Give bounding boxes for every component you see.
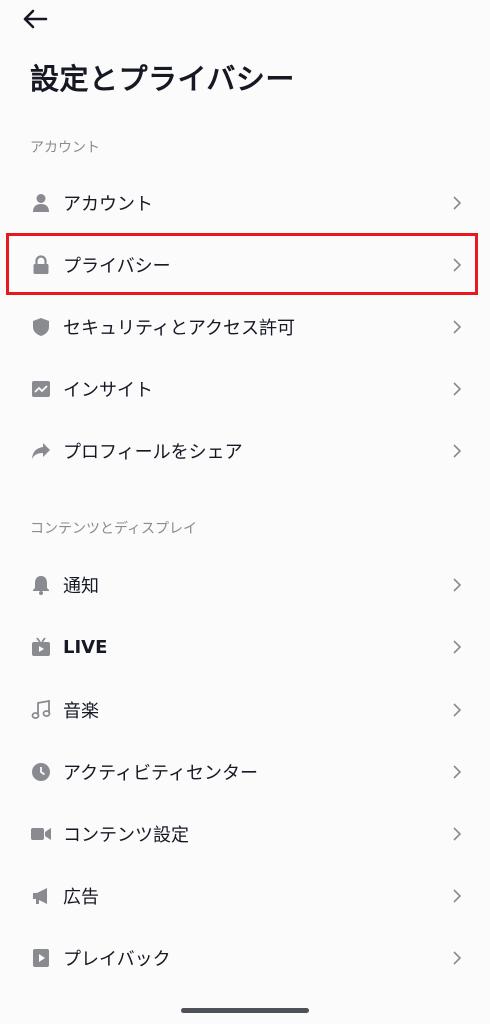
chevron-right-icon	[450, 949, 464, 967]
settings-item-label: プロフィールをシェア	[63, 442, 243, 463]
settings-item-content-preferences[interactable]: コンテンツ設定	[0, 804, 490, 864]
settings-item-label: LIVE	[63, 636, 108, 658]
section-header-account: アカウント	[30, 140, 100, 156]
settings-item-account[interactable]: アカウント	[0, 173, 490, 233]
settings-item-label: セキュリティとアクセス許可	[63, 318, 296, 339]
settings-item-label: 広告	[63, 887, 99, 908]
page-title: 設定とプライバシー	[30, 62, 295, 96]
settings-item-live[interactable]: LIVE	[0, 617, 490, 677]
bell-icon	[30, 574, 52, 596]
section-header-content-display: コンテンツとディスプレイ	[30, 521, 198, 537]
chevron-right-icon	[450, 380, 464, 398]
settings-item-music[interactable]: 音楽	[0, 680, 490, 740]
settings-item-privacy[interactable]: プライバシー	[0, 235, 490, 295]
settings-item-security[interactable]: セキュリティとアクセス許可	[0, 297, 490, 357]
settings-item-notifications[interactable]: 通知	[0, 555, 490, 615]
settings-item-label: プライバシー	[63, 256, 171, 277]
chevron-right-icon	[450, 194, 464, 212]
person-icon	[30, 192, 52, 214]
chevron-right-icon	[450, 701, 464, 719]
settings-item-insights[interactable]: インサイト	[0, 359, 490, 419]
settings-item-label: 音楽	[63, 701, 99, 722]
music-note-icon	[30, 699, 52, 721]
settings-item-label: インサイト	[63, 380, 153, 401]
chevron-right-icon	[450, 318, 464, 336]
megaphone-icon	[30, 885, 52, 907]
insights-chart-icon	[30, 378, 52, 400]
chevron-right-icon	[450, 576, 464, 594]
settings-item-label: コンテンツ設定	[63, 825, 189, 846]
chevron-right-icon	[450, 256, 464, 274]
back-arrow-icon	[23, 9, 48, 29]
settings-item-share-profile[interactable]: プロフィールをシェア	[0, 421, 490, 481]
settings-item-label: 通知	[63, 576, 99, 597]
chevron-right-icon	[450, 763, 464, 781]
tv-live-icon	[30, 636, 52, 658]
chevron-right-icon	[450, 442, 464, 460]
share-arrow-icon	[30, 440, 52, 462]
back-button[interactable]	[20, 4, 50, 34]
chevron-right-icon	[450, 638, 464, 656]
video-camera-icon	[30, 823, 52, 845]
chevron-right-icon	[450, 887, 464, 905]
settings-item-label: プレイバック	[63, 949, 171, 970]
home-indicator[interactable]	[181, 1008, 309, 1013]
settings-item-playback[interactable]: プレイバック	[0, 928, 490, 988]
chevron-right-icon	[450, 825, 464, 843]
shield-icon	[30, 316, 52, 338]
lock-icon	[30, 254, 52, 276]
settings-item-activity-center[interactable]: アクティビティセンター	[0, 742, 490, 802]
settings-item-label: アカウント	[63, 194, 153, 215]
settings-item-label: アクティビティセンター	[63, 763, 258, 784]
playback-icon	[30, 947, 52, 969]
clock-icon	[30, 761, 52, 783]
settings-item-ads[interactable]: 広告	[0, 866, 490, 926]
